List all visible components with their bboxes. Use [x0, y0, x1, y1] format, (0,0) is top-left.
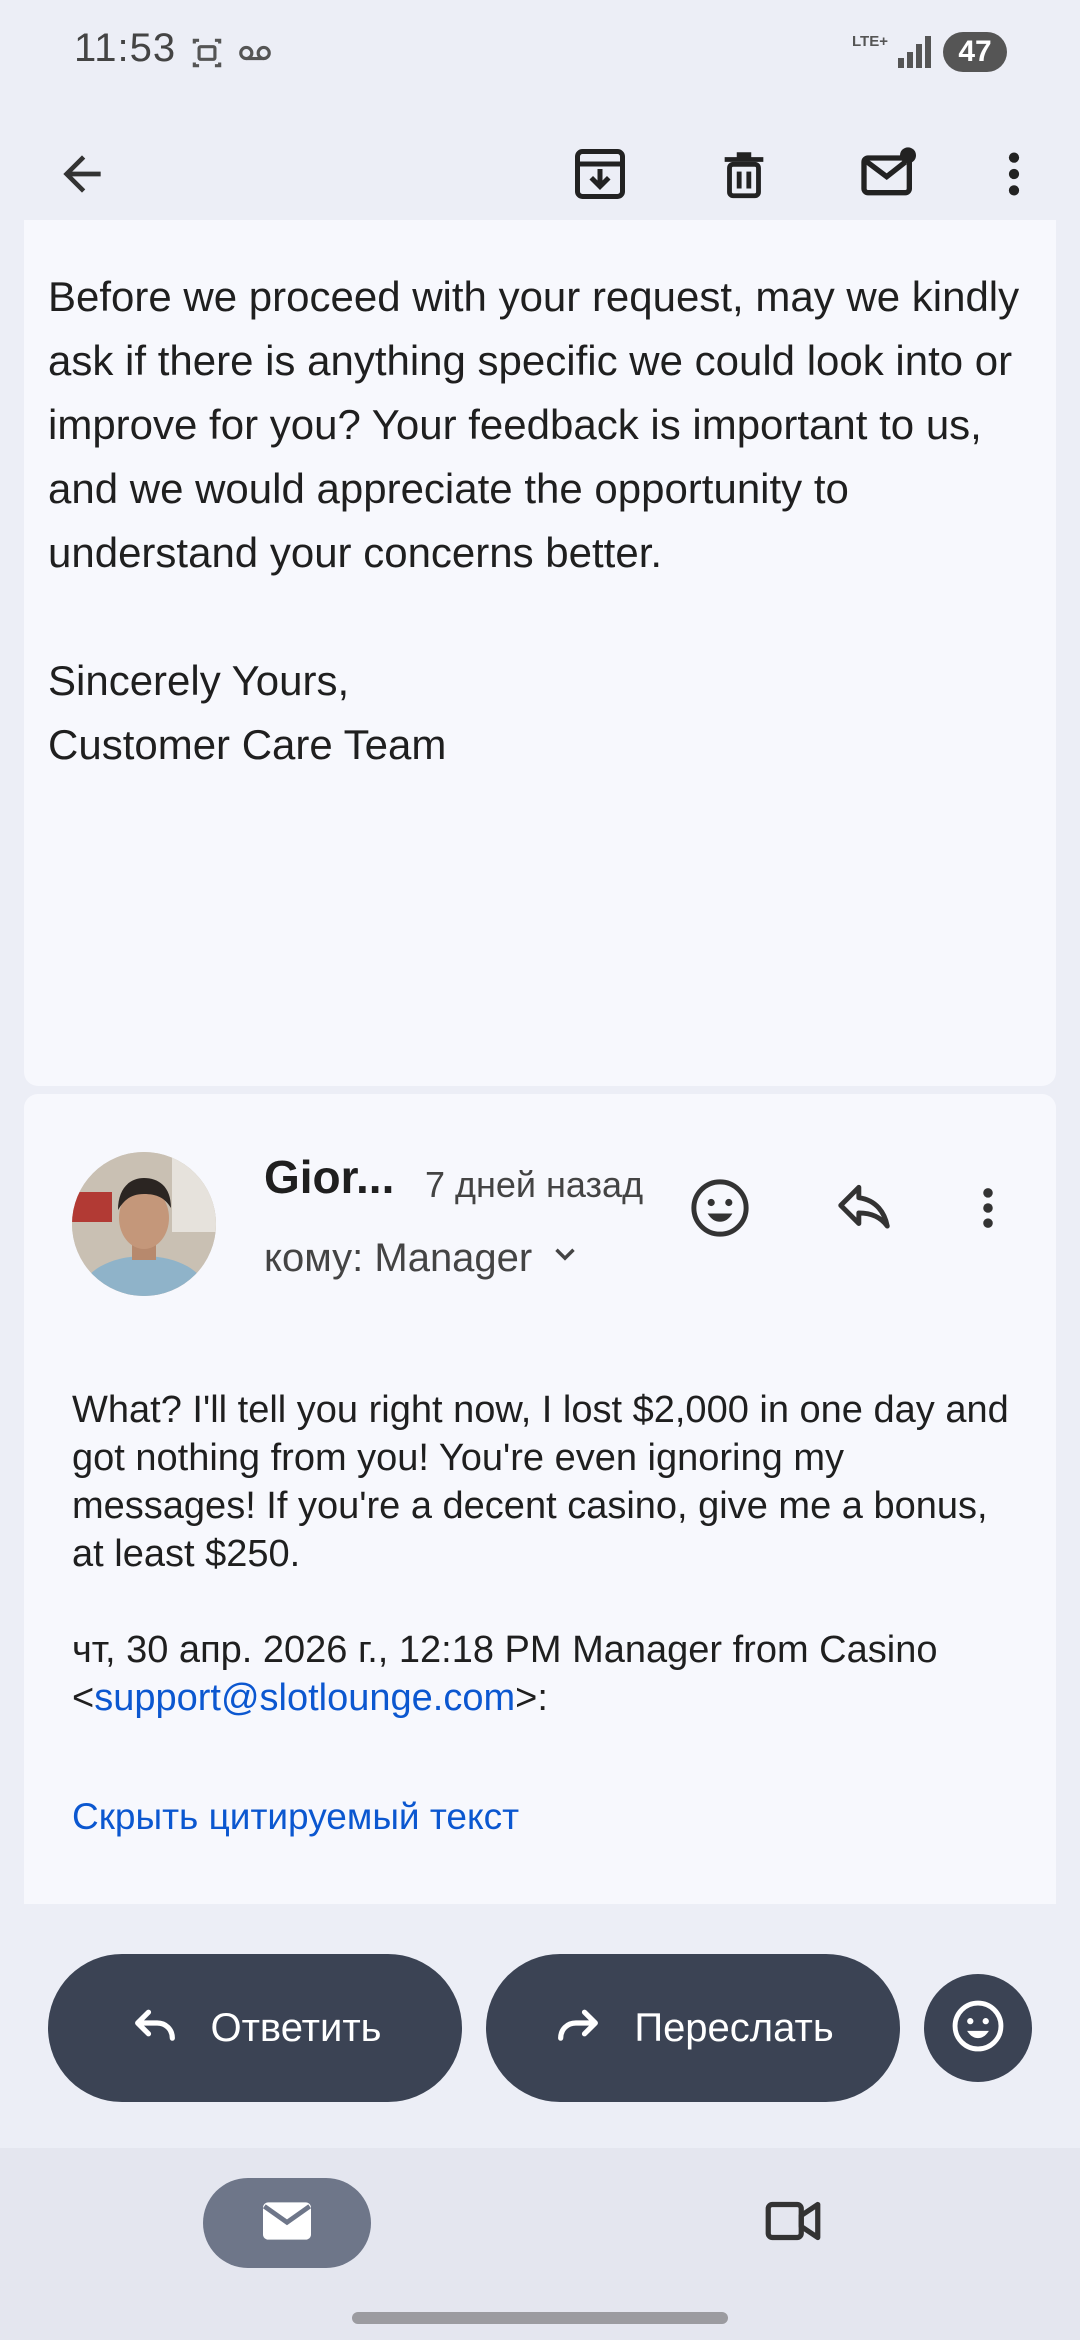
screenshot-icon [188, 34, 226, 77]
quote-header: чт, 30 апр. 2026 г., 12:18 PM Manager fr… [72, 1626, 1022, 1722]
battery-indicator: 47 [943, 32, 1007, 72]
mail-icon [255, 2189, 319, 2258]
reply-button[interactable]: Ответить [48, 1954, 462, 2102]
network-type: LTE+ [852, 33, 888, 50]
archive-icon [570, 144, 630, 209]
reply-icon [833, 1177, 895, 1244]
more-vert-icon [962, 1182, 1014, 1239]
mark-unread-icon [856, 142, 920, 211]
forward-button[interactable]: Переслать [486, 1954, 900, 2102]
reply-icon [129, 1997, 181, 2059]
chevron-down-icon [548, 1236, 582, 1281]
emoji-icon [687, 1175, 753, 1246]
email-body-latest: What? I'll tell you right now, I lost $2… [72, 1386, 1022, 1722]
recipient-label: кому: Manager [264, 1236, 533, 1280]
more-options-button[interactable] [964, 126, 1064, 226]
more-vert-icon [986, 146, 1042, 207]
back-arrow-icon [54, 146, 110, 207]
recipient-toggle[interactable]: кому: Manager [264, 1236, 582, 1281]
forward-label: Переслать [634, 2005, 834, 2050]
forward-icon [552, 1997, 604, 2059]
email-date: 7 дней назад [425, 1164, 644, 1205]
reply-inline-button[interactable] [816, 1162, 912, 1258]
email-message: What? I'll tell you right now, I lost $2… [72, 1389, 1009, 1575]
react-button[interactable] [924, 1974, 1032, 2082]
delete-icon [715, 145, 773, 208]
nav-meet-tab[interactable] [748, 2178, 838, 2268]
avatar[interactable] [72, 1152, 216, 1296]
back-button[interactable] [32, 126, 132, 226]
quote-header-end: >: [515, 1677, 548, 1719]
hide-quoted-text-link[interactable]: Скрыть цитируемый текст [72, 1796, 519, 1838]
archive-button[interactable] [550, 126, 650, 226]
emoji-icon [949, 1997, 1007, 2060]
support-email-link[interactable]: support@slotlounge.com [94, 1677, 515, 1719]
email-closing: Sincerely Yours, [48, 657, 350, 704]
email-signature: Customer Care Team [48, 721, 447, 768]
delete-button[interactable] [694, 126, 794, 226]
video-camera-icon [760, 2188, 826, 2259]
sender-name[interactable]: Gior... [264, 1150, 394, 1204]
nav-mail-tab[interactable] [203, 2178, 371, 2268]
gesture-bar[interactable] [352, 2312, 728, 2324]
add-reaction-button[interactable] [672, 1162, 768, 1258]
status-time: 11:53 [74, 26, 177, 70]
status-bar: 11:53 LTE+ 47 [0, 0, 1080, 105]
signal-icon [898, 36, 932, 73]
email-more-button[interactable] [940, 1162, 1036, 1258]
email-paragraph: Before we proceed with your request, may… [48, 273, 1020, 576]
reply-label: Ответить [210, 2005, 382, 2050]
voicemail-icon [236, 34, 274, 77]
mark-unread-button[interactable] [838, 126, 938, 226]
email-body-previous: Before we proceed with your request, may… [48, 265, 1028, 777]
